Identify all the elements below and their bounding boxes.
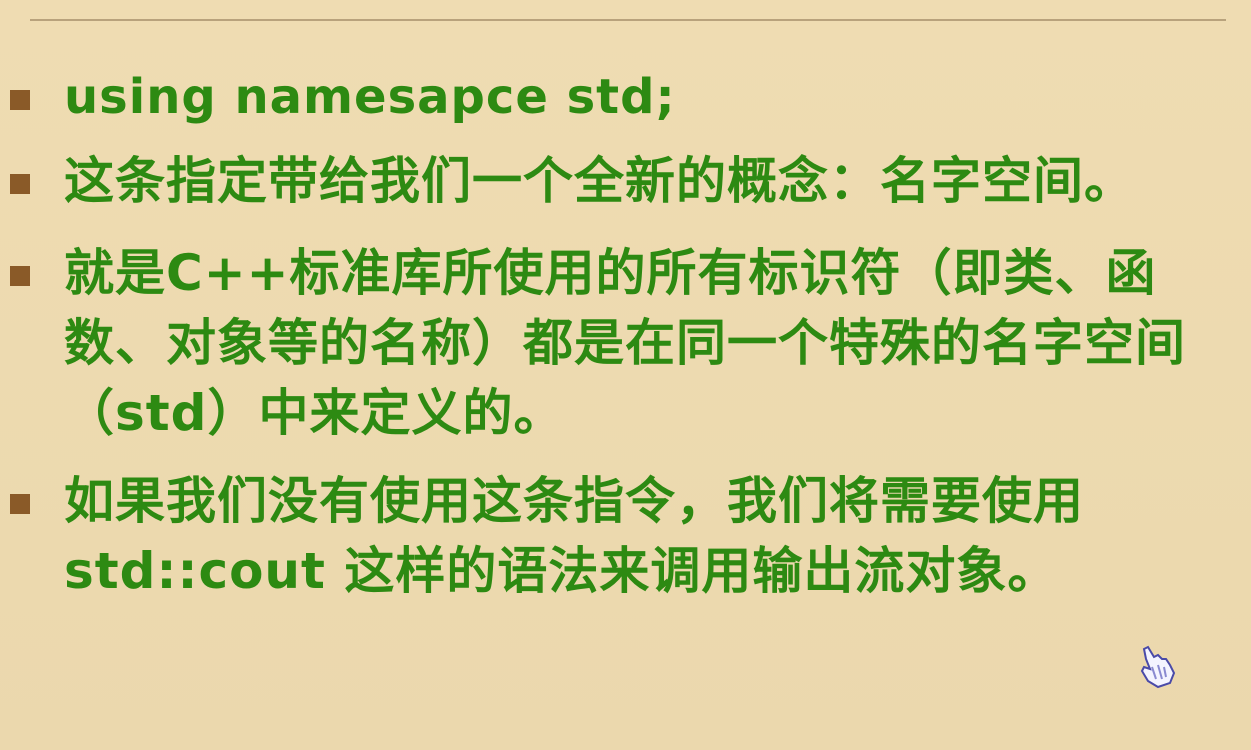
bullet-item: using namesapce std; bbox=[0, 62, 1251, 132]
square-bullet-icon bbox=[10, 266, 30, 286]
bullet-text: 如果我们没有使用这条指令，我们将需要使用std::cout 这样的语法来调用输出… bbox=[64, 472, 1084, 600]
bullet-text: 这条指定带给我们一个全新的概念：名字空间。 bbox=[64, 152, 1135, 210]
bullet-text: 就是C++标准库所使用的所有标识符（即类、函数、对象等的名称）都是在同一个特殊的… bbox=[64, 244, 1186, 442]
bullet-item: 这条指定带给我们一个全新的概念：名字空间。 bbox=[0, 146, 1251, 216]
slide: using namesapce std; 这条指定带给我们一个全新的概念：名字空… bbox=[0, 0, 1251, 750]
bullet-text: using namesapce std; bbox=[64, 69, 676, 125]
square-bullet-icon bbox=[10, 174, 30, 194]
bullet-list: using namesapce std; 这条指定带给我们一个全新的概念：名字空… bbox=[0, 62, 1251, 606]
bullet-item: 如果我们没有使用这条指令，我们将需要使用std::cout 这样的语法来调用输出… bbox=[0, 466, 1251, 606]
square-bullet-icon bbox=[10, 494, 30, 514]
top-divider bbox=[30, 19, 1226, 21]
square-bullet-icon bbox=[10, 90, 30, 110]
bullet-item: 就是C++标准库所使用的所有标识符（即类、函数、对象等的名称）都是在同一个特殊的… bbox=[0, 238, 1251, 448]
hand-pointer-icon bbox=[1140, 645, 1176, 689]
